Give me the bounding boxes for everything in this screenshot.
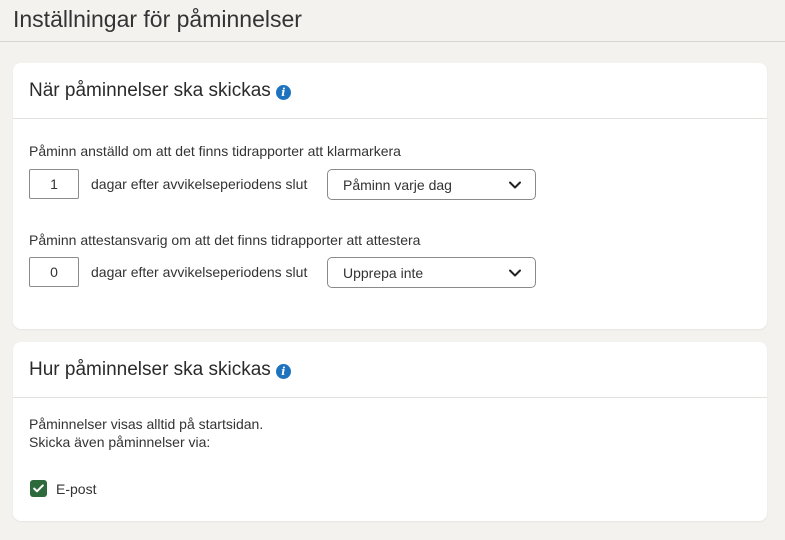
employee-repeat-select[interactable]: Påminn varje dag [327,169,536,200]
employee-days-unit: dagar efter avvikelseperiodens slut [91,176,308,192]
approver-reminder-label: Påminn attestansvarig om att det finns t… [29,232,421,248]
approver-days-input[interactable] [29,257,79,287]
chevron-down-icon [509,267,521,279]
page-title: Inställningar för påminnelser [13,6,302,32]
info-icon[interactable]: i [275,363,291,379]
email-option[interactable]: E-post [30,480,96,497]
when-reminders-header: När påminnelser ska skickas i [13,63,767,119]
email-checkbox-label: E-post [56,480,97,497]
when-reminders-title: När påminnelser ska skickas [29,79,271,101]
approver-repeat-value: Upprepa inte [343,264,424,281]
employee-days-input[interactable] [29,169,79,199]
checkmark-icon [33,484,44,493]
email-checkbox[interactable] [30,480,47,497]
page-header: Inställningar för påminnelser [0,0,785,42]
employee-reminder-label: Påminn anställd om att det finns tidrapp… [29,143,401,159]
also-send-via-text: Skicka även påminnelser via: [29,434,211,450]
how-reminders-card: Hur påminnelser ska skickas i Påminnelse… [13,342,767,521]
chevron-down-icon [509,179,521,191]
employee-repeat-value: Påminn varje dag [343,176,452,193]
approver-days-unit: dagar efter avvikelseperiodens slut [91,264,308,280]
how-reminders-title: Hur påminnelser ska skickas [29,358,271,380]
info-icon[interactable]: i [275,84,291,100]
when-reminders-card: När påminnelser ska skickas i Påminn ans… [13,63,767,329]
how-reminders-header: Hur påminnelser ska skickas i [13,342,767,398]
startpage-info-text: Påminnelser visas alltid på startsidan. [29,416,264,432]
approver-repeat-select[interactable]: Upprepa inte [327,257,536,288]
